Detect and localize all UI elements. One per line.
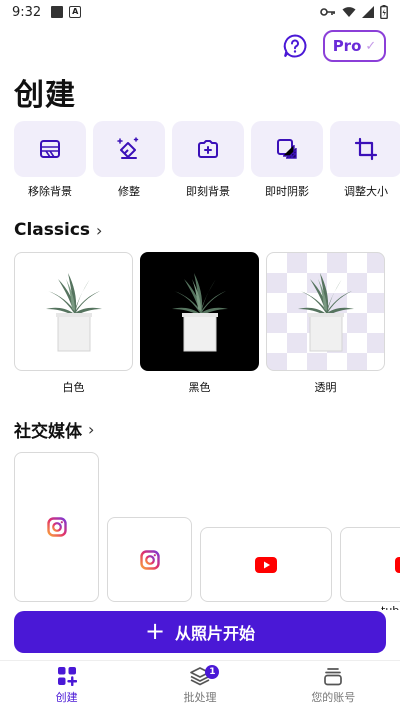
tools-row: 移除背景 修整 即刻背景 即时阴影 调整大小: [14, 121, 400, 199]
batch-count-badge: 1: [205, 665, 220, 679]
bottom-nav: 创建 1 批处理 您的账号: [0, 660, 400, 710]
help-question-icon: [283, 34, 307, 58]
plant-image: [171, 272, 228, 351]
resize-crop-icon: [354, 137, 378, 161]
status-icons: [320, 5, 388, 19]
tool-instant-background[interactable]: 即刻背景: [172, 121, 244, 199]
social-section-header[interactable]: 社交媒体 ›: [14, 417, 94, 442]
classic-label: 透明: [314, 381, 337, 394]
social-card-label: tube: [381, 604, 400, 610]
classic-black[interactable]: 黑色: [140, 252, 259, 395]
retouch-icon: [117, 137, 139, 159]
nav-account[interactable]: 您的账号: [267, 661, 400, 710]
start-from-photo-button[interactable]: + 从照片开始: [14, 611, 386, 653]
classics-row: 白色 黑色 透明: [14, 252, 385, 395]
social-row: tube: [14, 450, 400, 610]
wifi-icon: [342, 7, 356, 17]
status-time: 9:32: [12, 4, 42, 20]
notification-icon: [51, 6, 64, 18]
social-card-instagram-story[interactable]: [14, 452, 99, 602]
tool-tile[interactable]: [251, 121, 323, 177]
classic-white[interactable]: 白色: [14, 252, 133, 395]
classic-label: 白色: [62, 381, 85, 394]
pro-label: Pro: [332, 37, 362, 55]
signal-icon: [362, 6, 374, 18]
classic-label: 黑色: [188, 381, 211, 394]
tool-tile[interactable]: [172, 121, 244, 177]
account-stack-icon: [324, 668, 343, 686]
classic-transparent[interactable]: 透明: [266, 252, 385, 395]
create-grid-icon: [57, 667, 77, 686]
nav-label: 您的账号: [311, 691, 356, 704]
classics-title: Classics: [14, 220, 91, 240]
tool-tile[interactable]: [93, 121, 165, 177]
social-title: 社交媒体: [14, 422, 82, 442]
social-card-instagram-post[interactable]: [107, 517, 192, 602]
tool-resize[interactable]: 调整大小: [330, 121, 400, 199]
classic-card[interactable]: [140, 252, 259, 371]
instant-background-icon: [198, 140, 218, 158]
classic-card[interactable]: [14, 252, 133, 371]
youtube-icon: [255, 556, 277, 573]
tool-tile[interactable]: [330, 121, 400, 177]
classics-section-header[interactable]: Classics ›: [14, 220, 102, 240]
social-card-youtube[interactable]: [200, 527, 332, 602]
nav-label: 创建: [55, 691, 78, 704]
plant-image: [45, 272, 102, 351]
tool-label: 即时阴影: [265, 185, 309, 198]
nav-batch[interactable]: 1 批处理: [133, 661, 266, 710]
chevron-right-icon: ›: [96, 220, 103, 240]
chevron-right-icon: ›: [88, 420, 95, 439]
instant-shadow-icon: [277, 139, 297, 159]
classic-card[interactable]: [266, 252, 385, 371]
tool-tile[interactable]: [14, 121, 86, 177]
page-title: 创建: [14, 78, 76, 113]
instagram-icon: [46, 517, 67, 537]
battery-icon: [380, 5, 388, 19]
tool-instant-shadow[interactable]: 即时阴影: [251, 121, 323, 199]
app-notification-icon: A: [69, 6, 82, 18]
plus-icon: +: [144, 617, 166, 645]
tool-label: 修整: [118, 185, 140, 198]
nav-label: 批处理: [183, 691, 217, 704]
social-card-youtube-2[interactable]: [340, 527, 400, 602]
nav-create[interactable]: 创建: [0, 661, 133, 710]
cta-label: 从照片开始: [175, 624, 256, 643]
instagram-icon: [139, 549, 160, 570]
check-icon: ✓: [365, 38, 377, 54]
plant-image: [297, 272, 354, 351]
tool-label: 即刻背景: [186, 185, 230, 198]
pro-upgrade-button[interactable]: Pro ✓: [323, 30, 386, 62]
youtube-icon: [395, 556, 400, 573]
tool-label: 移除背景: [28, 185, 72, 198]
tool-label: 调整大小: [344, 185, 388, 198]
tool-retouch[interactable]: 修整: [93, 121, 165, 199]
vpn-key-icon: [320, 8, 335, 16]
remove-background-icon: [40, 140, 60, 158]
help-button[interactable]: [282, 33, 308, 59]
status-bar: 9:32 A: [0, 0, 400, 24]
tool-remove-background[interactable]: 移除背景: [14, 121, 86, 199]
